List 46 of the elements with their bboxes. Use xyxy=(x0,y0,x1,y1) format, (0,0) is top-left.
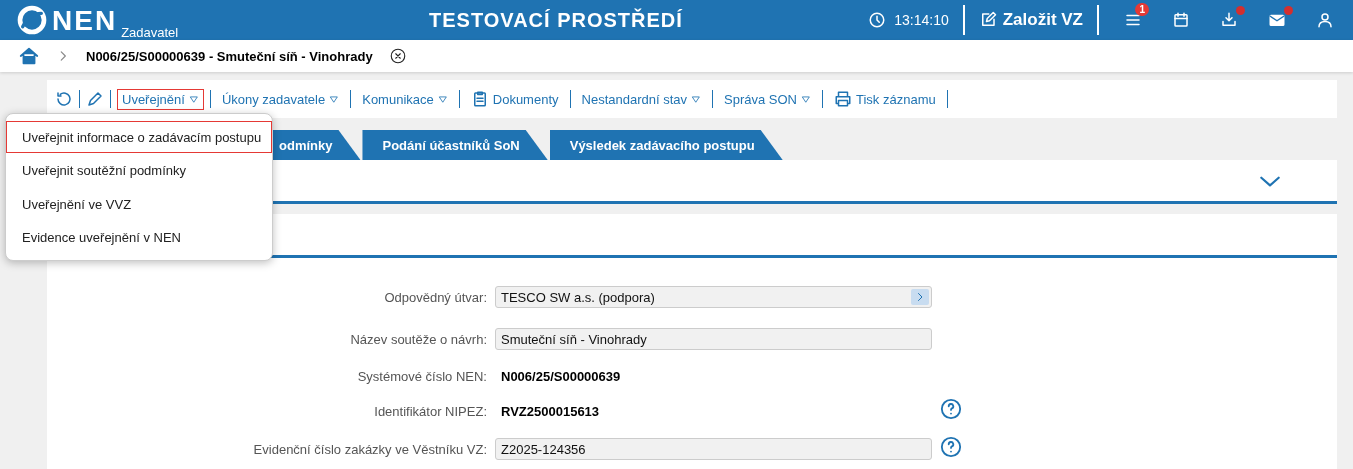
toolbar-menu[interactable]: Správa SON xyxy=(719,88,816,110)
user-icon[interactable] xyxy=(1316,11,1334,29)
help-icon[interactable] xyxy=(940,398,962,420)
printer-icon xyxy=(834,90,852,108)
caret-icon xyxy=(437,94,448,104)
input-field[interactable]: Smuteční síň - Vinohrady xyxy=(495,328,932,350)
caret-icon xyxy=(801,94,811,104)
field-label: Evidenční číslo zakázky ve Věstníku VZ: xyxy=(252,441,487,457)
caret-icon xyxy=(188,94,199,104)
clock-icon xyxy=(868,11,887,29)
calendar-icon[interactable] xyxy=(1172,11,1190,29)
toolbar-menu[interactable]: Nestandardní stav xyxy=(576,88,707,110)
close-icon[interactable] xyxy=(388,47,407,65)
field-label: Název soutěže o návrh: xyxy=(349,331,487,347)
logo-text: NEN xyxy=(52,6,118,36)
logo-subtitle: Zadavatel xyxy=(121,25,179,40)
logo-icon xyxy=(16,4,48,36)
breadcrumb-title: N006/25/S00000639 - Smuteční síň - Vinohrady xyxy=(86,48,373,64)
create-button[interactable]: Založit VZ xyxy=(978,10,1083,30)
download-icon[interactable] xyxy=(1220,11,1238,29)
field-label: Systémové číslo NEN: xyxy=(356,368,487,384)
clock-time: 13:14:10 xyxy=(894,12,949,28)
documents-button[interactable]: Dokumenty xyxy=(465,87,564,111)
field-value: RVZ2500015613 xyxy=(500,403,601,419)
caret-icon xyxy=(691,94,702,104)
print-button[interactable]: Tisk záznamu xyxy=(829,87,941,111)
home-icon[interactable] xyxy=(18,45,40,67)
toolbar-menu[interactable]: Uveřejnění xyxy=(117,88,204,110)
refresh-icon[interactable] xyxy=(55,90,73,108)
menu-item[interactable]: Uveřejnění ve VVZ xyxy=(6,188,272,220)
caret-icon xyxy=(329,94,340,104)
tab[interactable]: Výsledek zadávacího postupu xyxy=(549,130,783,160)
environment-title: TESTOVACÍ PROSTŘEDÍ xyxy=(428,8,684,32)
tab[interactable]: Podání účastníků SoN xyxy=(362,130,548,160)
help-icon[interactable] xyxy=(940,436,962,458)
field-label: Identifikátor NIPEZ: xyxy=(373,403,487,419)
menu-item[interactable]: Uveřejnit informace o zadávacím postupu xyxy=(6,121,272,153)
notification-badge: 1 xyxy=(1135,3,1149,16)
menu-item[interactable]: Evidence uveřejnění v NEN xyxy=(6,221,272,254)
field-value: N006/25/S00000639 xyxy=(500,368,622,384)
field-label: Odpovědný útvar: xyxy=(383,289,487,305)
toolbar-menu[interactable]: Úkony zadavatele xyxy=(216,88,345,110)
pencil-icon[interactable] xyxy=(86,90,104,108)
toolbar-menu[interactable]: Komunikace xyxy=(357,88,453,110)
input-field[interactable]: Z2025-124356 xyxy=(495,438,932,460)
select-field[interactable]: TESCO SW a.s. (podpora) xyxy=(495,286,932,308)
